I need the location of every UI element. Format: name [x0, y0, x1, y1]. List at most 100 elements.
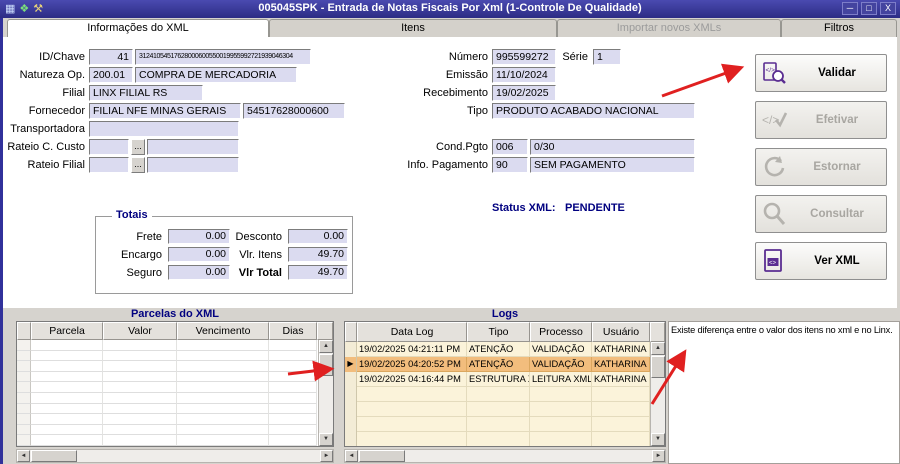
status-xml-value: PENDENTE: [565, 202, 625, 214]
log-row[interactable]: [345, 402, 650, 417]
parcelas-vertical-scrollbar[interactable]: ▲ ▼: [318, 340, 333, 446]
logs-col-data-log[interactable]: Data Log: [357, 322, 467, 342]
numero-field[interactable]: 995599272: [492, 49, 556, 65]
table-row[interactable]: [17, 350, 318, 362]
validar-button[interactable]: </> Validar: [755, 54, 887, 92]
chave-field[interactable]: 3124105451762800060055001995599272193904…: [135, 49, 311, 65]
parcelas-header-filler: [317, 322, 333, 340]
fornecedor-cnpj-field[interactable]: 54517628000600: [243, 103, 345, 119]
log-processo: VALIDAÇÃO: [530, 357, 592, 372]
app-window: ▦ ❖ ⚒ 005045SPK - Entrada de Notas Fisca…: [0, 0, 900, 464]
recebimento-field[interactable]: 19/02/2025: [492, 85, 556, 101]
log-row[interactable]: [345, 387, 650, 402]
rateio-c-custo-desc-field[interactable]: [147, 139, 239, 155]
rateio-filial-desc-field[interactable]: [147, 157, 239, 173]
log-row[interactable]: 19/02/2025 04:16:44 PM ESTRUTURA XML OK …: [345, 372, 650, 387]
table-row[interactable]: [17, 435, 318, 446]
logs-col-tipo[interactable]: Tipo: [467, 322, 530, 342]
fornecedor-name-field[interactable]: FILIAL NFE MINAS GERAIS: [89, 103, 241, 119]
log-row[interactable]: [345, 432, 650, 446]
natureza-code-field[interactable]: 200.01: [89, 67, 133, 83]
parcelas-col-parcela[interactable]: Parcela: [31, 322, 103, 340]
natureza-desc-field[interactable]: COMPRA DE MERCADORIA: [135, 67, 297, 83]
emissao-field[interactable]: 11/10/2024: [492, 67, 556, 83]
log-tipo: ATENÇÃO: [467, 342, 530, 357]
table-row[interactable]: [17, 403, 318, 415]
logs-col-processo[interactable]: Processo: [530, 322, 592, 342]
table-row[interactable]: [17, 371, 318, 383]
logs-col-usuario[interactable]: Usuário: [592, 322, 650, 342]
scroll-left-icon[interactable]: ◄: [345, 450, 358, 462]
table-row[interactable]: [17, 424, 318, 436]
parcelas-col-valor[interactable]: Valor: [103, 322, 177, 340]
filial-label: Filial: [62, 87, 85, 99]
logs-horizontal-scrollbar[interactable]: ◄ ►: [344, 449, 666, 463]
ver-xml-button[interactable]: <> Ver XML: [755, 242, 887, 280]
id-chave-label: ID/Chave: [39, 51, 85, 63]
scroll-down-icon[interactable]: ▼: [651, 433, 665, 446]
desconto-field[interactable]: 0.00: [288, 229, 348, 244]
rateio-c-custo-code-field[interactable]: [89, 139, 129, 155]
consultar-button: Consultar: [755, 195, 887, 233]
parcelas-col-dias[interactable]: Dias: [269, 322, 317, 340]
logs-header-filler: [650, 322, 665, 342]
transportadora-field[interactable]: [89, 121, 239, 137]
scrollbar-thumb[interactable]: [31, 450, 77, 462]
tab-bar: Informações do XML Itens Importar novos …: [3, 18, 900, 37]
tab-itens[interactable]: Itens: [269, 19, 557, 37]
cond-pgto-desc-field[interactable]: 0/30: [530, 139, 695, 155]
log-row-selected[interactable]: ▶ 19/02/2025 04:20:52 PM ATENÇÃO VALIDAÇ…: [345, 357, 650, 372]
scroll-up-icon[interactable]: ▲: [651, 342, 665, 355]
tab-filtros[interactable]: Filtros: [781, 19, 897, 37]
consultar-button-label: Consultar: [810, 208, 864, 220]
serie-field[interactable]: 1: [593, 49, 621, 65]
scroll-right-icon[interactable]: ►: [320, 450, 333, 462]
scrollbar-thumb[interactable]: [319, 354, 333, 376]
window-controls: ─ □ X: [842, 2, 896, 15]
rateio-filial-lookup-button[interactable]: ...: [131, 157, 145, 173]
log-row[interactable]: 19/02/2025 04:21:11 PM ATENÇÃO VALIDAÇÃO…: [345, 342, 650, 357]
rateio-filial-code-field[interactable]: [89, 157, 129, 173]
parcelas-col-vencimento[interactable]: Vencimento: [177, 322, 269, 340]
close-button[interactable]: X: [880, 2, 896, 15]
maximize-button[interactable]: □: [861, 2, 877, 15]
minimize-button[interactable]: ─: [842, 2, 858, 15]
efetivar-button-label: Efetivar: [815, 114, 859, 126]
table-row[interactable]: [17, 414, 318, 425]
scrollbar-thumb[interactable]: [359, 450, 405, 462]
totais-title: Totais: [112, 209, 152, 221]
rateio-c-custo-lookup-button[interactable]: ...: [131, 139, 145, 155]
seguro-label: Seguro: [126, 267, 162, 279]
vlr-itens-field[interactable]: 49.70: [288, 247, 348, 262]
title-bar: ▦ ❖ ⚒ 005045SPK - Entrada de Notas Fisca…: [0, 0, 900, 18]
log-data: 19/02/2025 04:16:44 PM: [357, 372, 467, 387]
table-row[interactable]: [17, 392, 318, 404]
table-row[interactable]: [17, 382, 318, 393]
filial-field[interactable]: LINX FILIAL RS: [89, 85, 203, 101]
scroll-down-icon[interactable]: ▼: [319, 433, 333, 446]
log-row[interactable]: [345, 417, 650, 432]
scrollbar-thumb[interactable]: [651, 356, 665, 378]
logs-vertical-scrollbar[interactable]: ▲ ▼: [650, 342, 665, 446]
info-pagamento-code-field[interactable]: 90: [492, 157, 528, 173]
cond-pgto-label: Cond.Pgto: [436, 141, 488, 153]
parcelas-horizontal-scrollbar[interactable]: ◄ ►: [16, 449, 334, 463]
table-row[interactable]: [17, 340, 318, 351]
recebimento-label: Recebimento: [423, 87, 488, 99]
scroll-up-icon[interactable]: ▲: [319, 340, 333, 353]
tipo-field[interactable]: PRODUTO ACABADO NACIONAL: [492, 103, 695, 119]
xml-document-icon: <>: [758, 246, 790, 276]
vlr-total-field[interactable]: 49.70: [288, 265, 348, 280]
tab-informacoes-do-xml[interactable]: Informações do XML: [7, 19, 269, 37]
scroll-right-icon[interactable]: ►: [652, 450, 665, 462]
table-row[interactable]: [17, 361, 318, 372]
natureza-op-label: Natureza Op.: [19, 69, 85, 81]
scroll-left-icon[interactable]: ◄: [17, 450, 30, 462]
log-usuario: KATHARINA: [592, 342, 650, 357]
log-processo: LEITURA XML: [530, 372, 592, 387]
rateio-c-custo-label: Rateio C. Custo: [7, 141, 85, 153]
info-pagamento-desc-field[interactable]: SEM PAGAMENTO: [530, 157, 695, 173]
logs-grid: Data Log Tipo Processo Usuário 19/02/202…: [344, 321, 666, 447]
id-field[interactable]: 41: [89, 49, 133, 65]
cond-pgto-code-field[interactable]: 006: [492, 139, 528, 155]
